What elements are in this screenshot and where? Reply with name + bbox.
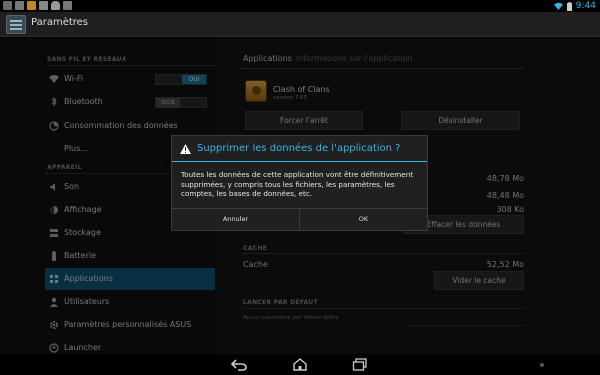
screenshot-icon [3,1,12,10]
action-bar-title: Paramètres [31,17,89,28]
warning-icon [180,143,191,154]
home-icon[interactable] [292,358,308,371]
dialog-title-bar: Supprimer les données de l'application ? [180,143,400,154]
dialog-title-divider [172,161,427,162]
navigation-bar [0,354,600,375]
back-icon[interactable] [231,358,247,371]
dialog-message: Toutes les données de cette application … [181,170,414,199]
status-bar: 9:44 [0,0,600,12]
notification-icon [63,1,72,10]
clock: 9:44 [575,1,596,11]
notification-icons [3,1,72,10]
menu-dot-icon[interactable] [540,363,544,367]
action-bar: Paramètres [0,12,600,37]
dialog-title: Supprimer les données de l'application ? [197,143,401,154]
cancel-button[interactable]: Annuler [172,209,299,230]
usb-icon [39,1,48,10]
battery-status-icon [566,1,572,11]
clash-icon [27,1,36,10]
recent-apps-icon[interactable] [352,358,368,371]
settings-app-icon[interactable] [6,15,26,34]
android-icon [51,1,60,10]
dialog-buttons: Annuler OK [172,208,427,230]
ok-button[interactable]: OK [299,209,427,230]
wifi-signal-icon [553,2,563,10]
clear-data-dialog: Supprimer les données de l'application ?… [171,135,428,231]
ready-icon [15,1,24,10]
